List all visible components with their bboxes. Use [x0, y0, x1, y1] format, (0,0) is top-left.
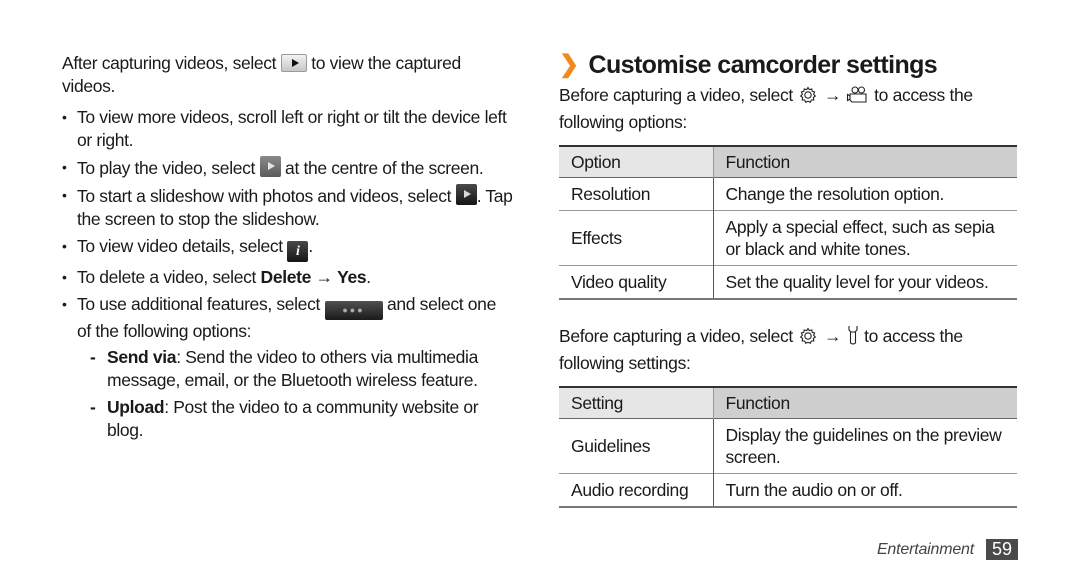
settings-gear-icon — [797, 326, 819, 352]
delete-label: Delete — [260, 267, 312, 287]
slideshow-icon — [455, 184, 477, 205]
settings-table: Setting Function Guidelines Display the … — [559, 386, 1017, 508]
play-center-icon — [259, 156, 281, 177]
table-row: Resolution Change the resolution option. — [559, 177, 1017, 211]
intro-text-before: After capturing videos, select — [62, 53, 281, 73]
section-title-text: Customise camcorder settings — [588, 51, 938, 79]
list-item: To delete a video, select Delete → Yes. — [62, 266, 514, 289]
tips-list: To view more videos, scroll left or righ… — [62, 106, 514, 442]
sub-option-send-via: Send via: Send the video to others via m… — [89, 346, 514, 392]
settings-gear-icon — [797, 85, 819, 111]
options-table: Option Function Resolution Change the re… — [559, 145, 1017, 300]
list-item: To use additional features, select ●●● a… — [62, 293, 514, 442]
camcorder-icon — [846, 85, 870, 111]
page-number: 59 — [985, 539, 1018, 560]
more-icon: ●●● — [324, 301, 383, 320]
page-footer: Entertainment 59 — [877, 539, 1018, 560]
table-header-row: Setting Function — [559, 387, 1017, 419]
header-setting: Setting — [559, 387, 714, 419]
header-function: Function — [713, 387, 1017, 419]
chevron-right-icon: ❯ — [559, 51, 579, 78]
settings-intro: Before capturing a video, select → to ac… — [559, 324, 963, 373]
list-item: To start a slideshow with photos and vid… — [62, 184, 514, 231]
arrow-icon: → — [310, 267, 338, 287]
table-row: Video quality Set the quality level for … — [559, 265, 1017, 299]
arrow-icon: → — [819, 85, 846, 105]
right-column: ❯ Customise camcorder settings Before ca… — [559, 50, 1019, 508]
header-option: Option — [559, 146, 714, 178]
intro-paragraph: After capturing videos, select to view t… — [62, 52, 514, 98]
section-title: ❯ Customise camcorder settings — [559, 50, 1019, 80]
list-item: To view video details, select i. — [62, 235, 514, 262]
left-column: After capturing videos, select to view t… — [62, 52, 514, 446]
list-item: To play the video, select at the centre … — [62, 156, 514, 180]
sub-options-list: Send via: Send the video to others via m… — [89, 346, 514, 442]
table-row: Audio recording Turn the audio on or off… — [559, 473, 1017, 507]
footer-section-name: Entertainment — [876, 540, 974, 558]
header-function: Function — [713, 146, 1017, 178]
table-row: Guidelines Display the guidelines on the… — [559, 418, 1017, 474]
wrench-icon — [846, 324, 860, 352]
options-intro: Before capturing a video, select → to ac… — [559, 85, 973, 132]
yes-label: Yes — [337, 267, 367, 287]
info-icon: i — [287, 241, 309, 262]
sub-option-upload: Upload: Post the video to a community we… — [89, 396, 514, 442]
table-header-row: Option Function — [559, 146, 1017, 178]
list-item: To view more videos, scroll left or righ… — [62, 106, 514, 152]
table-row: Effects Apply a special effect, such as … — [559, 210, 1017, 266]
play-icon — [280, 54, 307, 72]
arrow-icon: → — [819, 326, 846, 346]
